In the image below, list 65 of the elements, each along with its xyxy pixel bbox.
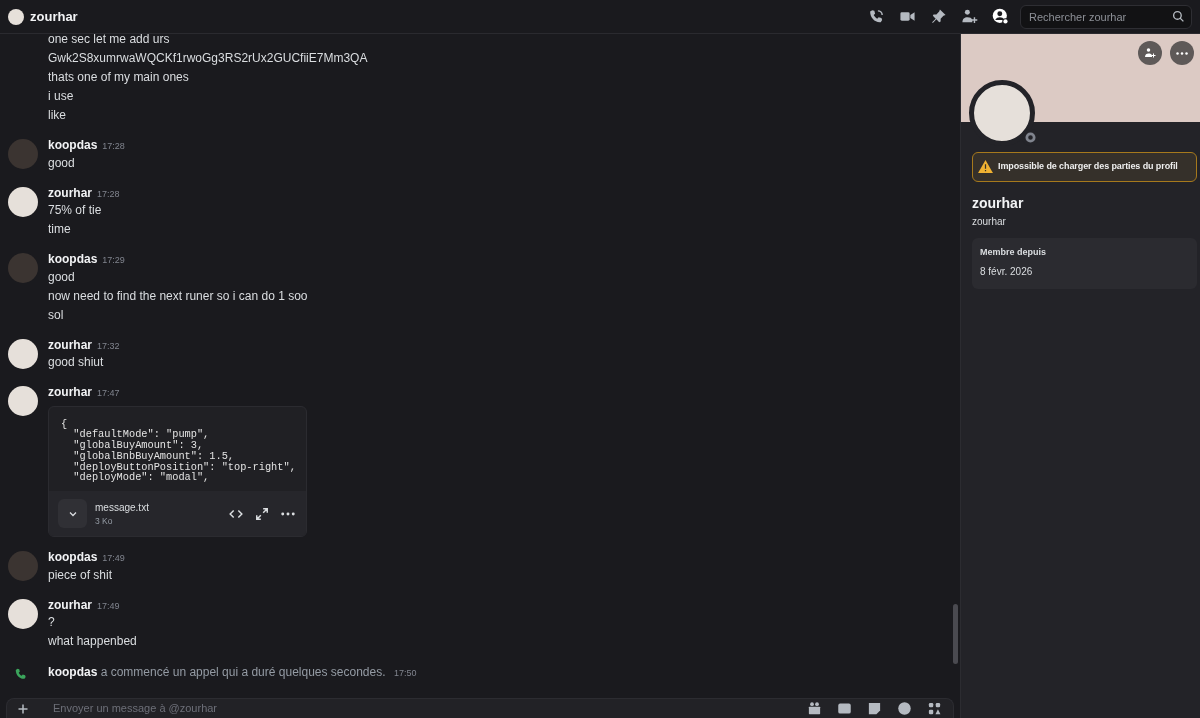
timestamp: 17:49 bbox=[102, 552, 125, 566]
timestamp: 17:29 bbox=[102, 254, 125, 267]
add-friend-button[interactable] bbox=[1138, 41, 1162, 65]
phone-icon bbox=[14, 667, 28, 682]
channel-title: zourhar bbox=[30, 7, 78, 26]
message-text: now need to find the next runer so i can do 1 soo bbox=[48, 288, 308, 303]
search-input[interactable]: Rechercher zourhar bbox=[1027, 5, 1172, 28]
code-preview: { "defaultMode": "pump", "globalBuyAmount": 3, "globalBnbBuyAmount": 1.5, "deployButtonPosition": "top-right", "deployMode": "modal", bbox=[60, 416, 297, 486]
message-text: Gwk2S8xumrwaWQCKf1rwoGg3RS2rUx2GUCfiiE7Mm3QA bbox=[48, 51, 368, 65]
more-icon bbox=[1176, 51, 1188, 55]
username[interactable]: koopdas bbox=[48, 138, 98, 153]
avatar[interactable] bbox=[8, 186, 38, 217]
timestamp: 17:28 bbox=[97, 187, 120, 201]
username: zourhar bbox=[972, 214, 1007, 229]
add-friend-icon bbox=[1144, 47, 1156, 59]
timestamp: 17:49 bbox=[97, 599, 120, 613]
avatar[interactable] bbox=[8, 386, 38, 416]
message-text: time bbox=[48, 222, 71, 236]
timestamp: 17:47 bbox=[97, 387, 120, 400]
username[interactable]: zourhar bbox=[48, 597, 92, 613]
username[interactable]: zourhar bbox=[48, 337, 92, 353]
apps-icon bbox=[926, 701, 942, 716]
search-icon bbox=[1172, 10, 1185, 23]
search-field[interactable]: Rechercher zourhar bbox=[1020, 4, 1192, 29]
message-text: one sec let me add urs bbox=[48, 34, 170, 46]
message-composer[interactable]: Envoyer un message à @zourhar bbox=[6, 698, 954, 718]
member-since-label: Membre depuis bbox=[980, 245, 1047, 259]
message-text: what happenbed bbox=[48, 634, 137, 649]
username[interactable]: zourhar bbox=[48, 185, 92, 201]
pin-icon bbox=[929, 8, 947, 25]
scrollbar[interactable] bbox=[953, 604, 958, 664]
more-icon bbox=[281, 511, 295, 516]
message-input[interactable]: Envoyer un message à @zourhar bbox=[51, 699, 793, 718]
message-text: like bbox=[48, 108, 66, 122]
gift-icon bbox=[806, 701, 822, 716]
message-text: i use bbox=[48, 89, 74, 103]
warning-text: Impossible de charger des parties du profil bbox=[998, 160, 1178, 173]
phone-icon bbox=[867, 8, 885, 25]
file-name[interactable]: message.txt bbox=[95, 499, 219, 515]
message-text: good bbox=[48, 269, 75, 284]
username[interactable]: koopdas bbox=[48, 252, 98, 267]
file-size: 3 Ko bbox=[95, 514, 114, 528]
expand-icon bbox=[255, 506, 269, 521]
username[interactable]: zourhar bbox=[48, 385, 92, 400]
user-profile-icon bbox=[991, 8, 1009, 25]
call-notice: koopdas a commencé un appel qui a duré quelques secondes. 17:50 bbox=[48, 664, 417, 682]
message-text: ? bbox=[48, 615, 55, 630]
avatar bbox=[8, 8, 24, 25]
warning-icon bbox=[978, 160, 993, 174]
display-name: zourhar bbox=[972, 193, 1025, 213]
avatar[interactable] bbox=[8, 598, 38, 629]
message-text: good shiut bbox=[48, 355, 104, 369]
message-text: 75% of tie bbox=[48, 203, 102, 217]
message-text: piece of shit bbox=[48, 567, 113, 582]
add-member-icon bbox=[960, 8, 978, 25]
message-text: good bbox=[48, 155, 75, 170]
plus-icon bbox=[17, 702, 29, 715]
member-since-date: 8 févr. 2026 bbox=[980, 265, 1034, 279]
avatar[interactable] bbox=[8, 338, 38, 369]
timestamp: 17:28 bbox=[102, 140, 125, 153]
offline-status-icon bbox=[1025, 132, 1036, 143]
username[interactable]: koopdas bbox=[48, 550, 98, 566]
message-text: sol bbox=[48, 307, 64, 322]
timestamp: 17:32 bbox=[97, 339, 120, 353]
message-text: thats one of my main ones bbox=[48, 70, 189, 84]
